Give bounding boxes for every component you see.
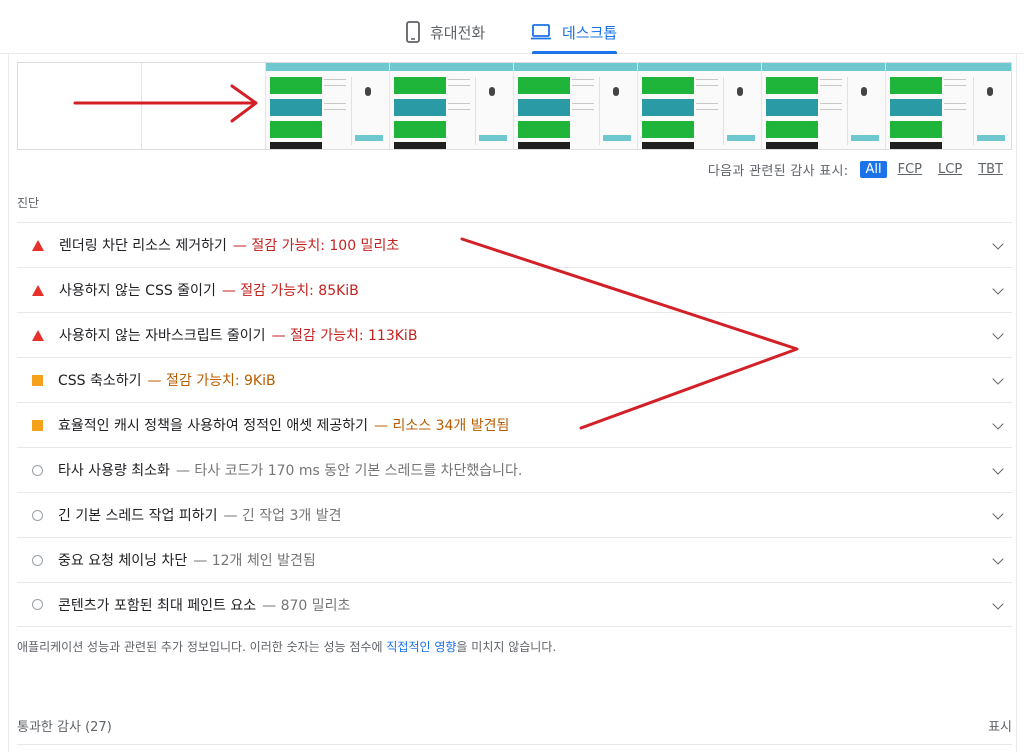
audit-detail: — 절감 가능치: 9KiB — [147, 373, 276, 389]
fail-triangle-icon — [32, 284, 44, 296]
audit-title: 타사 사용량 최소화 — [58, 463, 170, 479]
tab-mobile[interactable]: 휴대전화 — [406, 12, 485, 52]
info-circle-icon — [32, 509, 43, 521]
info-circle-icon — [32, 464, 43, 476]
audit-title: CSS 축소하기 — [58, 373, 142, 389]
chevron-down-icon[interactable] — [992, 283, 1004, 295]
info-circle-icon — [32, 599, 43, 610]
audit-title: 긴 기본 스레드 작업 피하기 — [58, 508, 218, 524]
chevron-down-icon[interactable] — [992, 373, 1004, 385]
filmstrip-frame-blank — [18, 63, 142, 149]
filter-chip-lcp[interactable]: LCP — [933, 161, 967, 178]
chevron-down-icon[interactable] — [992, 598, 1004, 610]
fail-triangle-icon — [32, 239, 44, 251]
passed-audits-label: 통과한 감사 — [17, 720, 81, 735]
laptop-icon — [531, 24, 551, 40]
direct-impact-link[interactable]: 직접적인 영향 — [386, 640, 456, 654]
audit-row[interactable]: CSS 축소하기 — 절감 가능치: 9KiB — [17, 357, 1012, 402]
diagnostics-note: 애플리케이션 성능과 관련된 추가 정보입니다. 이러한 숫자는 성능 점수에 … — [17, 638, 556, 655]
filter-chip-all[interactable]: All — [860, 161, 887, 178]
filmstrip-frame — [886, 63, 1011, 149]
show-passed-toggle[interactable]: 표시 — [988, 716, 1012, 735]
audit-title: 렌더링 차단 리소스 제거하기 — [59, 238, 227, 254]
audit-row[interactable]: 사용하지 않는 CSS 줄이기 — 절감 가능치: 85KiB — [17, 267, 1012, 312]
chevron-down-icon[interactable] — [992, 238, 1004, 250]
filmstrip-frame — [266, 63, 390, 149]
passed-audits-count: (27) — [85, 720, 112, 735]
audit-title: 사용하지 않는 자바스크립트 줄이기 — [59, 328, 266, 344]
diagnostics-heading: 진단 — [17, 196, 40, 210]
filmstrip-frame — [514, 63, 638, 149]
chevron-down-icon[interactable] — [992, 508, 1004, 520]
tab-mobile-label: 휴대전화 — [430, 23, 486, 42]
tab-desktop[interactable]: 데스크톱 — [530, 12, 618, 54]
panel-border-right — [1016, 54, 1017, 752]
audit-row[interactable]: 타사 사용량 최소화 — 타사 코드가 170 ms 동안 기본 스레드를 차단… — [17, 447, 1012, 492]
audit-title: 효율적인 캐시 정책을 사용하여 정적인 애셋 제공하기 — [58, 418, 369, 434]
divider — [17, 744, 1012, 745]
device-tabs: 휴대전화 데스크톱 — [0, 0, 1024, 54]
audit-row[interactable]: 콘텐츠가 포함된 최대 페인트 요소 — 870 밀리초 — [17, 582, 1012, 627]
panel-border-left — [8, 54, 9, 752]
audit-row[interactable]: 효율적인 캐시 정책을 사용하여 정적인 애셋 제공하기 — 리소스 34개 발… — [17, 402, 1012, 447]
tab-desktop-label: 데스크톱 — [562, 23, 618, 42]
filmstrip-frame — [638, 63, 762, 149]
audit-title: 콘텐츠가 포함된 최대 페인트 요소 — [58, 597, 257, 614]
filmstrip — [17, 62, 1012, 150]
filter-chip-fcp[interactable]: FCP — [893, 161, 927, 178]
chevron-down-icon[interactable] — [992, 418, 1004, 430]
audit-row[interactable]: 사용하지 않는 자바스크립트 줄이기 — 절감 가능치: 113KiB — [17, 312, 1012, 357]
note-text-end: 을 미치지 않습니다. — [456, 640, 557, 654]
chevron-down-icon[interactable] — [992, 553, 1004, 565]
audit-detail: — 12개 체인 발견됨 — [193, 553, 316, 569]
audit-detail: — 절감 가능치: 100 밀리초 — [232, 238, 400, 254]
chevron-down-icon[interactable] — [992, 328, 1004, 340]
filmstrip-frame — [762, 63, 886, 149]
audit-title: 중요 요청 체이닝 차단 — [58, 553, 188, 569]
audit-detail: — 타사 코드가 170 ms 동안 기본 스레드를 차단했습니다. — [175, 463, 523, 479]
chevron-down-icon[interactable] — [992, 463, 1004, 475]
passed-audits-heading[interactable]: 통과한 감사 (27) — [17, 716, 112, 735]
info-circle-icon — [32, 554, 43, 566]
average-square-icon — [32, 419, 43, 431]
audit-row[interactable]: 긴 기본 스레드 작업 피하기 — 긴 작업 3개 발견 — [17, 492, 1012, 537]
fail-triangle-icon — [32, 329, 44, 341]
filmstrip-frame-blank — [142, 63, 266, 149]
diagnostics-audit-list: 렌더링 차단 리소스 제거하기 — 절감 가능치: 100 밀리초 사용하지 않… — [17, 222, 1012, 627]
note-text: 애플리케이션 성능과 관련된 추가 정보입니다. 이러한 숫자는 성능 점수에 — [17, 640, 387, 654]
audit-detail: — 긴 작업 3개 발견 — [223, 508, 342, 524]
audit-detail: — 870 밀리초 — [262, 597, 351, 614]
audit-row[interactable]: 렌더링 차단 리소스 제거하기 — 절감 가능치: 100 밀리초 — [17, 222, 1012, 267]
filmstrip-frame — [390, 63, 514, 149]
audit-filter: 다음과 관련된 감사 표시: All FCP LCP TBT — [708, 160, 1008, 179]
audit-title: 사용하지 않는 CSS 줄이기 — [59, 283, 216, 299]
audit-detail: — 리소스 34개 발견됨 — [374, 418, 510, 434]
smartphone-icon — [406, 21, 420, 43]
audit-row[interactable]: 중요 요청 체이닝 차단 — 12개 체인 발견됨 — [17, 537, 1012, 582]
average-square-icon — [32, 374, 43, 386]
audit-filter-label: 다음과 관련된 감사 표시: — [707, 164, 849, 179]
audit-detail: — 절감 가능치: 85KiB — [221, 283, 359, 299]
audit-detail: — 절감 가능치: 113KiB — [271, 328, 418, 344]
filter-chip-tbt[interactable]: TBT — [973, 161, 1008, 178]
